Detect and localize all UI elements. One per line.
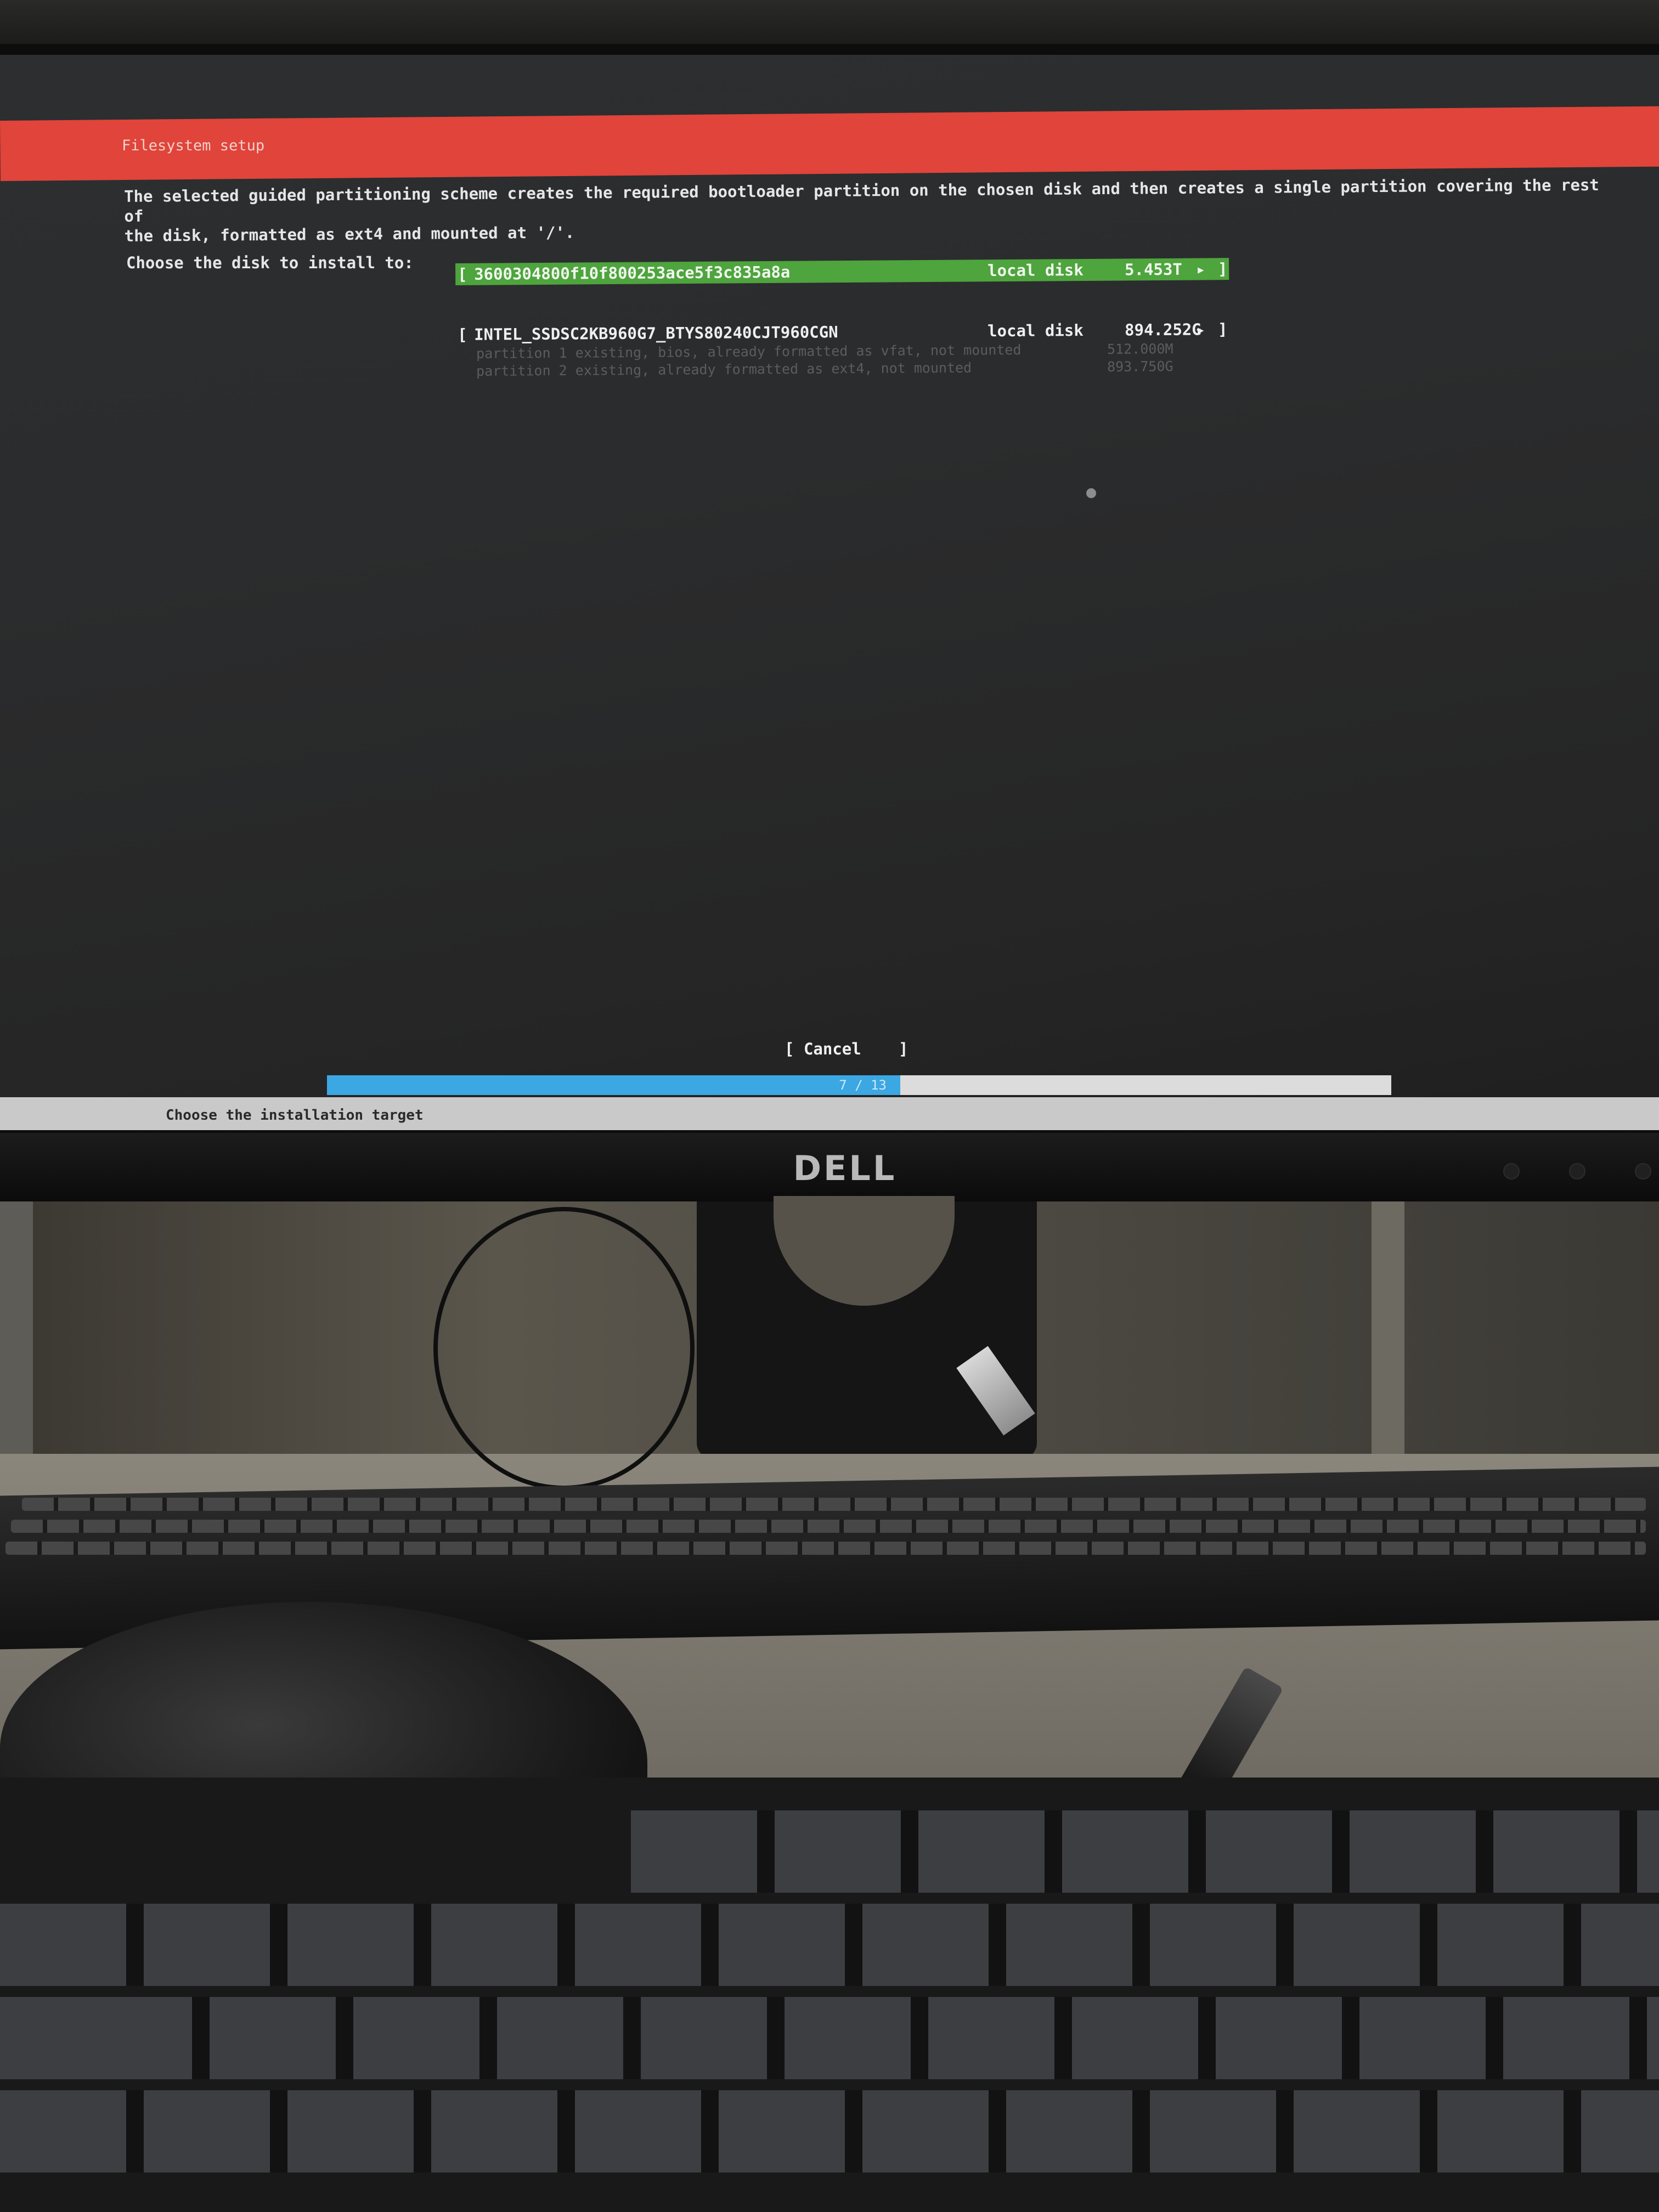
disk-size: 894.252G — [1124, 320, 1201, 340]
expand-arrow-icon[interactable]: ▸ — [1196, 258, 1206, 280]
bracket-close: ] — [1217, 320, 1228, 339]
bracket-open: [ — [458, 325, 467, 344]
partition-size: 893.750G — [1107, 358, 1173, 375]
screen-glare — [1086, 488, 1096, 498]
partitioning-description: The selected guided partitioning scheme … — [124, 175, 1609, 245]
key-row — [0, 1904, 1659, 1986]
monitor-button[interactable] — [1569, 1163, 1585, 1180]
bracket-close: ] — [899, 1040, 909, 1058]
footer-status: Choose the installation target — [166, 1107, 424, 1124]
cable — [433, 1207, 695, 1490]
bracket-close: ] — [1217, 259, 1228, 279]
disk-name: INTEL_SSDSC2KB960G7_BTYS80240CJT960CGN — [474, 323, 838, 344]
key-row — [5, 1542, 1646, 1555]
progress-label: 7 / 13 — [839, 1077, 887, 1093]
installer-screen: Filesystem setup The selected guided par… — [0, 55, 1659, 1130]
bracket-open: [ — [458, 264, 467, 284]
disk-type: local disk — [987, 261, 1084, 280]
partition-description: partition 1 existing, bios, already form… — [476, 342, 1022, 362]
partition-description: partition 2 existing, already formatted … — [476, 359, 972, 379]
rack-post — [0, 1201, 33, 1454]
key-row — [0, 2090, 1659, 2172]
disk-name: 3600304800f10f800253ace5f3c835a8a — [474, 262, 791, 284]
monitor-button[interactable] — [1635, 1163, 1651, 1180]
progress-bar: 7 / 13 — [327, 1075, 1391, 1095]
expand-arrow-icon[interactable]: ▸ — [1196, 318, 1206, 340]
disk-type: local disk — [987, 321, 1084, 341]
disk-option-1[interactable]: [ 3600304800f10f800253ace5f3c835a8a loca… — [455, 258, 1229, 285]
rack-post — [1372, 1201, 1404, 1454]
partition-line: partition 2 existing, already formatted … — [476, 358, 1189, 380]
partition-size: 512.000M — [1107, 341, 1173, 357]
screen-title: Filesystem setup — [122, 137, 265, 154]
key-row — [11, 1520, 1646, 1533]
key-row — [0, 1997, 1659, 2079]
disk-size: 5.453T — [1124, 259, 1182, 279]
cancel-button[interactable]: [ Cancel ] — [785, 1038, 911, 1060]
monitor-button[interactable] — [1503, 1163, 1520, 1180]
cancel-label: Cancel — [803, 1040, 861, 1058]
bracket-open: [ — [785, 1040, 794, 1058]
choose-disk-label: Choose the disk to install to: — [126, 253, 414, 272]
key-row — [22, 1498, 1646, 1511]
key-row — [631, 1810, 1659, 1893]
dell-logo: DELL — [793, 1148, 897, 1188]
